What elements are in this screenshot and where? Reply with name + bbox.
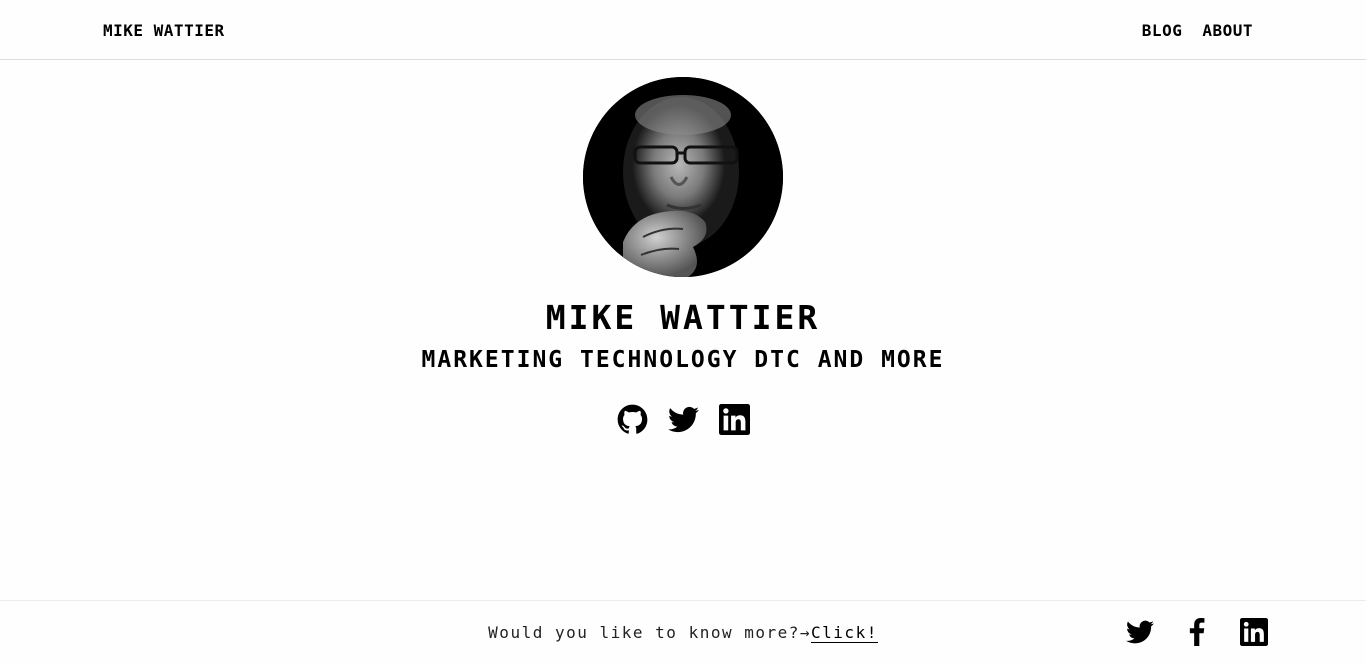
- footer-linkedin-link[interactable]: [1240, 618, 1268, 646]
- footer-prompt-text: Would you like to know more?→: [488, 623, 812, 642]
- github-icon: [617, 404, 647, 434]
- hero-linkedin-link[interactable]: [718, 404, 750, 435]
- footer-twitter-link[interactable]: [1126, 618, 1154, 646]
- site-title-link[interactable]: MIKE WATTIER: [103, 21, 225, 40]
- linkedin-icon: [718, 404, 750, 435]
- hero-subtitle: MARKETING TECHNOLOGY DTC AND MORE: [421, 347, 945, 373]
- hero-github-link[interactable]: [617, 404, 648, 435]
- footer-click-link[interactable]: Click!: [811, 623, 878, 643]
- avatar: [583, 77, 783, 277]
- twitter-icon: [1126, 620, 1154, 644]
- linkedin-icon: [1240, 618, 1268, 646]
- nav-link-blog[interactable]: BLOG: [1142, 21, 1183, 40]
- footer-facebook-link[interactable]: [1183, 618, 1211, 646]
- avatar-photo: [583, 77, 783, 277]
- site-footer: Would you like to know more?→Click!: [0, 600, 1366, 665]
- nav-link-about[interactable]: ABOUT: [1202, 21, 1253, 40]
- facebook-icon: [1189, 618, 1205, 646]
- site-header: MIKE WATTIER BLOG ABOUT: [0, 0, 1366, 60]
- hero-twitter-link[interactable]: [667, 404, 699, 435]
- twitter-icon: [667, 406, 699, 433]
- hero-name: MIKE WATTIER: [545, 298, 821, 337]
- hero-social-links: [0, 404, 1366, 435]
- main-nav: BLOG ABOUT: [1142, 21, 1253, 40]
- footer-social-links: [1126, 618, 1268, 646]
